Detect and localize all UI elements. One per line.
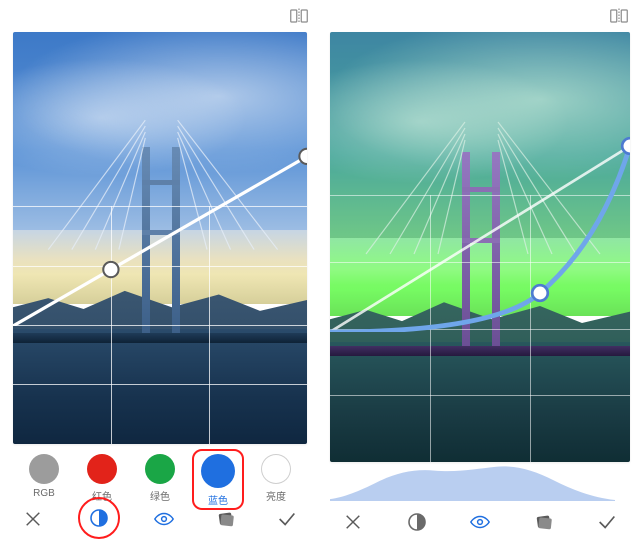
flip-compare-icon[interactable] xyxy=(610,8,628,24)
eye-button[interactable] xyxy=(463,505,497,539)
editor-panel-left: RGB 红色 绿色 蓝色 亮度 xyxy=(2,0,318,547)
topbar xyxy=(322,0,638,32)
contrast-button[interactable] xyxy=(82,501,116,535)
card-button[interactable] xyxy=(209,502,243,536)
swatch-label: RGB xyxy=(33,488,55,499)
close-button[interactable] xyxy=(16,502,50,536)
close-button[interactable] xyxy=(336,505,370,539)
swatch-dot xyxy=(87,454,117,484)
flip-compare-icon[interactable] xyxy=(290,8,308,24)
card-button[interactable] xyxy=(527,505,561,539)
swatch-dot xyxy=(201,454,235,488)
confirm-button[interactable] xyxy=(270,502,304,536)
confirm-button[interactable] xyxy=(590,505,624,539)
bottom-toolbar xyxy=(322,505,638,539)
swatch-dot xyxy=(29,454,59,484)
tone-curve[interactable] xyxy=(13,32,307,326)
histogram xyxy=(330,463,615,501)
topbar xyxy=(2,0,318,32)
tone-curve[interactable] xyxy=(330,32,630,332)
swatch-dot xyxy=(145,454,175,484)
contrast-button-highlight xyxy=(78,497,120,539)
preview-image[interactable] xyxy=(13,32,307,444)
swatch-dot xyxy=(261,454,291,484)
eye-button[interactable] xyxy=(147,502,181,536)
editor-panel-right xyxy=(322,0,638,547)
bottom-toolbar xyxy=(2,499,318,539)
contrast-button[interactable] xyxy=(400,505,434,539)
preview-image[interactable] xyxy=(330,32,630,462)
